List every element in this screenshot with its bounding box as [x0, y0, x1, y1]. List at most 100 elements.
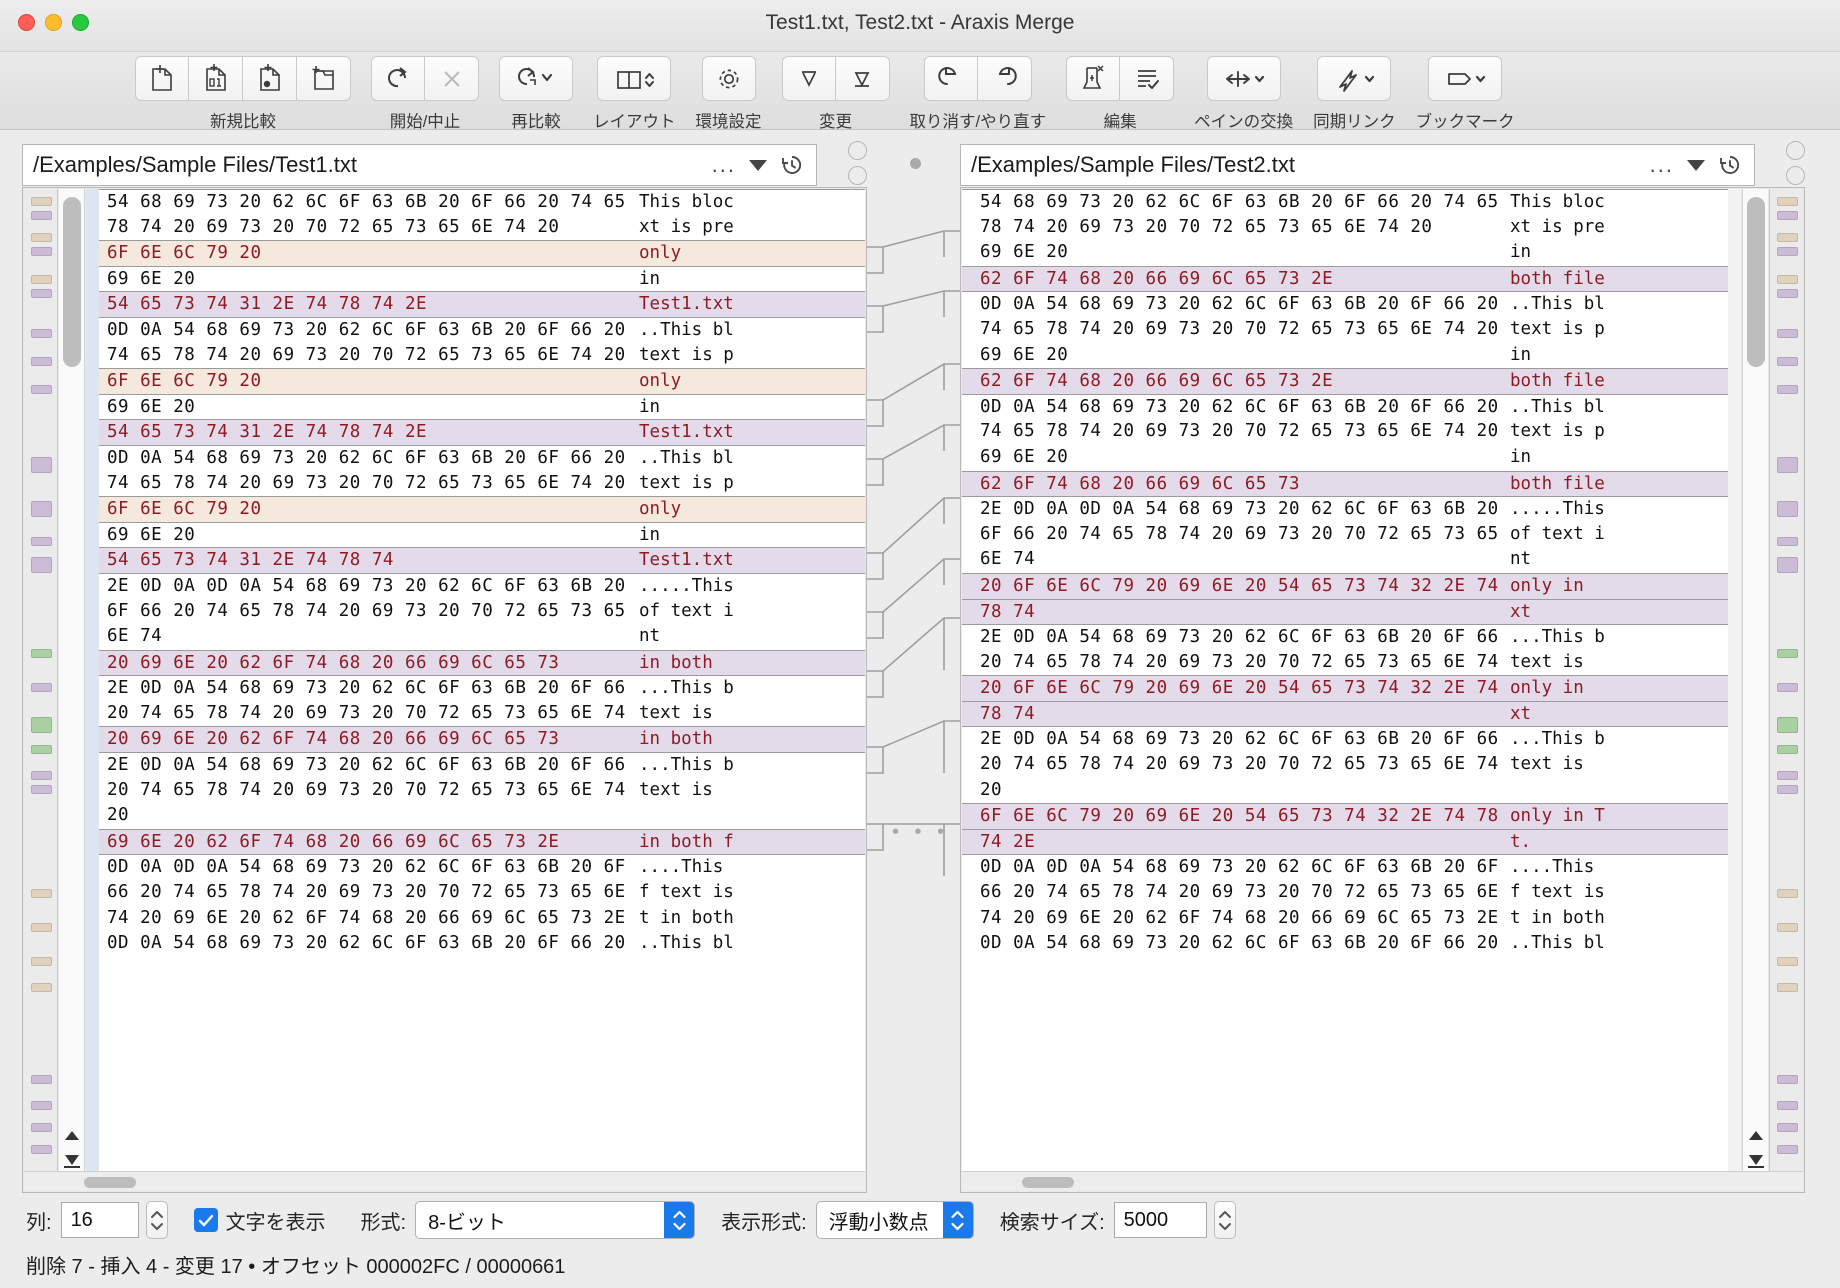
columns-input[interactable]: 16	[61, 1202, 139, 1238]
show-characters-label[interactable]: 文字を表示	[226, 1206, 326, 1235]
recompare-button[interactable]	[499, 56, 573, 101]
layout-button[interactable]	[597, 56, 671, 101]
change-marker[interactable]	[1777, 785, 1798, 794]
hex-row[interactable]: 20 69 6E 20 62 6F 74 68 20 66 69 6C 65 7…	[99, 726, 865, 752]
hex-row[interactable]: 69 6E 20in	[99, 522, 865, 548]
change-marker[interactable]	[1777, 247, 1798, 256]
edit-checklist-button[interactable]	[1120, 56, 1174, 101]
hex-row[interactable]: 78 74xt	[962, 599, 1728, 625]
bookmark-button[interactable]	[1428, 56, 1502, 101]
hex-row[interactable]: 69 6E 20in	[962, 343, 1728, 369]
hex-row[interactable]: 54 65 73 74 31 2E 74 78 74 2ETest1.txt	[99, 291, 865, 317]
change-marker[interactable]	[31, 457, 52, 473]
change-marker[interactable]	[31, 983, 52, 992]
hex-row[interactable]: 6F 6E 6C 79 20 69 6E 20 54 65 73 74 32 2…	[962, 803, 1728, 829]
change-marker[interactable]	[1777, 923, 1798, 932]
change-marker[interactable]	[1777, 1075, 1798, 1084]
left-hex-view[interactable]: 54 68 69 73 20 62 6C 6F 63 6B 20 6F 66 2…	[86, 189, 865, 1191]
next-change-button[interactable]	[836, 56, 890, 101]
hex-row[interactable]: 54 68 69 73 20 62 6C 6F 63 6B 20 6F 66 2…	[99, 189, 865, 215]
right-path-history-icon[interactable]	[1718, 153, 1742, 177]
hex-row[interactable]: 66 20 74 65 78 74 20 69 73 20 70 72 65 7…	[99, 880, 865, 906]
change-marker[interactable]	[31, 745, 52, 754]
change-marker[interactable]	[1777, 957, 1798, 966]
change-marker[interactable]	[31, 923, 52, 932]
start-comparison-button[interactable]	[371, 56, 425, 101]
change-marker[interactable]	[31, 785, 52, 794]
hex-row[interactable]: 0D 0A 54 68 69 73 20 62 6C 6F 63 6B 20 6…	[99, 445, 865, 471]
new-folder-comparison-button[interactable]	[297, 56, 351, 101]
change-marker[interactable]	[31, 717, 52, 733]
change-marker[interactable]	[1777, 537, 1798, 546]
left-horizontal-scrollbar[interactable]	[24, 1171, 865, 1191]
show-characters-checkbox[interactable]	[194, 1208, 218, 1232]
change-marker[interactable]	[31, 1101, 52, 1110]
change-marker[interactable]	[31, 557, 52, 573]
left-scroll-thumb[interactable]	[63, 197, 81, 367]
change-marker[interactable]	[31, 683, 52, 692]
change-marker[interactable]	[31, 889, 52, 898]
change-marker[interactable]	[1777, 771, 1798, 780]
left-path-field[interactable]: /Examples/Sample Files/Test1.txt ...	[22, 144, 817, 186]
hex-row[interactable]: 20	[99, 803, 865, 829]
hex-row[interactable]: 78 74 20 69 73 20 70 72 65 73 65 6E 74 2…	[962, 215, 1728, 241]
change-marker[interactable]	[1777, 683, 1798, 692]
hex-row[interactable]: 6E 74nt	[99, 624, 865, 650]
right-pane-orb-top[interactable]	[1786, 141, 1805, 160]
change-marker[interactable]	[1777, 385, 1798, 394]
hex-row[interactable]: 54 65 73 74 31 2E 74 78 74Test1.txt	[99, 547, 865, 573]
change-marker[interactable]	[31, 957, 52, 966]
new-text-comparison-button[interactable]	[135, 56, 189, 101]
hex-row[interactable]: 6F 6E 6C 79 20only	[99, 240, 865, 266]
right-hscroll-thumb[interactable]	[1022, 1177, 1074, 1188]
swap-panes-button[interactable]	[1207, 56, 1281, 101]
hex-row[interactable]: 20 74 65 78 74 20 69 73 20 70 72 65 73 6…	[962, 752, 1728, 778]
left-scroll-down-arrow[interactable]	[59, 1147, 85, 1171]
display-format-select-arrows[interactable]	[943, 1202, 973, 1238]
hex-row[interactable]: 20 74 65 78 74 20 69 73 20 70 72 65 73 6…	[962, 650, 1728, 676]
new-binary-comparison-button[interactable]	[189, 56, 243, 101]
previous-change-button[interactable]	[782, 56, 836, 101]
left-pane-orb-bottom[interactable]	[848, 166, 867, 185]
change-marker[interactable]	[1777, 197, 1798, 206]
hex-row[interactable]: 54 65 73 74 31 2E 74 78 74 2ETest1.txt	[99, 419, 865, 445]
change-marker[interactable]	[1777, 557, 1798, 573]
left-pane-orb-top[interactable]	[848, 141, 867, 160]
hex-row[interactable]: 2E 0D 0A 0D 0A 54 68 69 73 20 62 6C 6F 6…	[962, 496, 1728, 522]
new-image-comparison-button[interactable]	[243, 56, 297, 101]
hex-row[interactable]: 0D 0A 54 68 69 73 20 62 6C 6F 63 6B 20 6…	[962, 394, 1728, 420]
hex-row[interactable]: 54 68 69 73 20 62 6C 6F 63 6B 20 6F 66 2…	[962, 189, 1728, 215]
hex-row[interactable]: 20 6F 6E 6C 79 20 69 6E 20 54 65 73 74 3…	[962, 675, 1728, 701]
hex-row[interactable]: 69 6E 20in	[99, 394, 865, 420]
format-select-arrows[interactable]	[664, 1202, 694, 1238]
hex-row[interactable]: 20 6F 6E 6C 79 20 69 6E 20 54 65 73 74 3…	[962, 573, 1728, 599]
left-vertical-scrollbar[interactable]	[59, 189, 85, 1191]
change-marker[interactable]	[1777, 275, 1798, 284]
change-marker[interactable]	[1777, 501, 1798, 517]
change-marker[interactable]	[1777, 1123, 1798, 1132]
right-path-ellipsis-button[interactable]: ...	[1650, 154, 1674, 176]
change-marker[interactable]	[31, 385, 52, 394]
hex-row[interactable]: 78 74 20 69 73 20 70 72 65 73 65 6E 74 2…	[99, 215, 865, 241]
hex-row[interactable]: 62 6F 74 68 20 66 69 6C 65 73 2Eboth fil…	[962, 266, 1728, 292]
change-marker[interactable]	[1777, 889, 1798, 898]
hex-row[interactable]: 74 2Et.	[962, 829, 1728, 855]
change-marker[interactable]	[1777, 289, 1798, 298]
hex-row[interactable]: 0D 0A 0D 0A 54 68 69 73 20 62 6C 6F 63 6…	[99, 854, 865, 880]
sync-link-button[interactable]	[1317, 56, 1391, 101]
left-path-ellipsis-button[interactable]: ...	[712, 154, 736, 176]
stop-comparison-button[interactable]	[425, 56, 479, 101]
left-path-history-icon[interactable]	[780, 153, 804, 177]
hex-row[interactable]: 0D 0A 54 68 69 73 20 62 6C 6F 63 6B 20 6…	[99, 931, 865, 957]
preferences-button[interactable]	[702, 56, 756, 101]
change-marker[interactable]	[31, 233, 52, 242]
hex-row[interactable]: 20 74 65 78 74 20 69 73 20 70 72 65 73 6…	[99, 778, 865, 804]
left-change-markers[interactable]	[24, 189, 58, 1191]
hex-row[interactable]: 74 20 69 6E 20 62 6F 74 68 20 66 69 6C 6…	[99, 906, 865, 932]
change-marker[interactable]	[1777, 457, 1798, 473]
hex-row[interactable]: 74 65 78 74 20 69 73 20 70 72 65 73 65 6…	[962, 317, 1728, 343]
hex-row[interactable]: 0D 0A 54 68 69 73 20 62 6C 6F 63 6B 20 6…	[962, 931, 1728, 957]
hex-row[interactable]: 0D 0A 54 68 69 73 20 62 6C 6F 63 6B 20 6…	[962, 291, 1728, 317]
undo-button[interactable]	[924, 56, 978, 101]
hex-row[interactable]: 74 65 78 74 20 69 73 20 70 72 65 73 65 6…	[99, 471, 865, 497]
